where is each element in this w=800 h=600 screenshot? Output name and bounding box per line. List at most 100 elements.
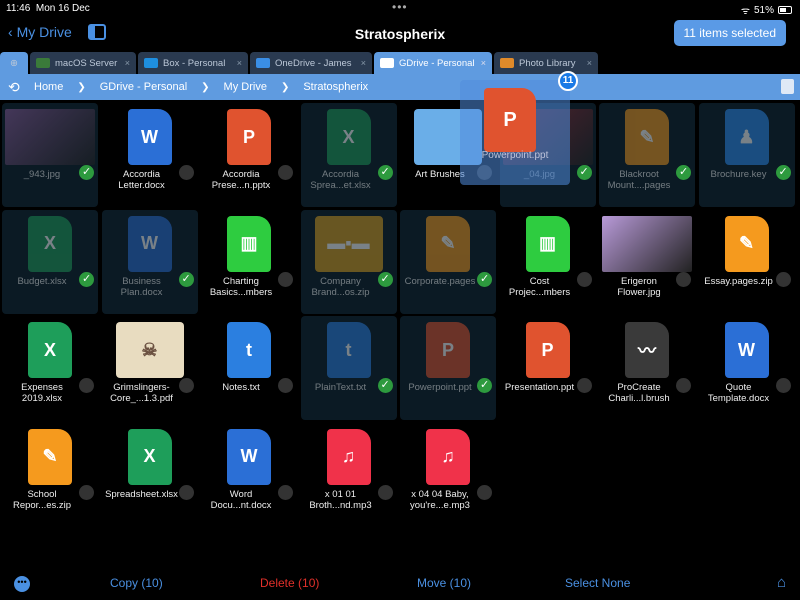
more-icon[interactable]: ••• [14,576,30,592]
drag-label: Powerpoint.ppt [481,150,549,161]
file-item[interactable]: W Accordia Letter.docx [102,103,198,207]
select-checkbox[interactable] [178,165,194,180]
select-checkbox[interactable] [775,165,791,180]
select-checkbox[interactable] [576,378,592,393]
file-item[interactable]: ☠ Grimslingers-Core_...1.3.pdf [102,316,198,420]
file-item[interactable]: ▥ Cost Projec...mbers [500,210,596,314]
select-checkbox[interactable] [278,484,293,500]
breadcrumb-gdrive[interactable]: GDrive - Personal [100,81,187,93]
select-checkbox[interactable] [377,165,393,180]
file-name: Accordia Prese...n.pptx [211,169,271,191]
select-checkbox[interactable] [79,165,94,180]
select-checkbox[interactable] [676,271,691,287]
file-name: Accordia Letter.docx [118,169,165,191]
select-checkbox[interactable] [576,165,592,180]
tab-photo-library[interactable]: Photo Library × [494,52,598,74]
copy-button[interactable]: Copy (10) [110,576,163,590]
file-item[interactable]: t Notes.txt [201,316,297,420]
select-checkbox[interactable] [178,484,194,500]
file-item[interactable]: ♫ x 01 01 Broth...nd.mp3 [301,423,397,527]
file-name: Spreadsheet.xlsx [105,488,178,500]
breadcrumb: ⟲ Home ❯ GDrive - Personal ❯ My Drive ❯ Str… [0,74,800,100]
file-item[interactable]: Erigeron Flower.jpg [599,210,695,314]
add-tab-button[interactable]: ⊕ [0,52,28,74]
file-item[interactable]: ✎ School Repor...es.zip [2,423,98,527]
file-type-icon: ✎ [724,215,769,272]
close-tab-icon[interactable]: × [361,58,366,68]
select-checkbox[interactable] [377,378,393,393]
history-icon[interactable]: ⟲ [8,79,20,96]
close-tab-icon[interactable]: × [125,58,130,68]
download-icon[interactable] [781,79,794,94]
select-checkbox[interactable] [377,271,393,287]
file-item[interactable]: X Spreadsheet.xlsx [102,423,198,527]
file-type-icon: X [28,215,72,272]
file-item[interactable]: X Expenses 2019.xlsx [2,316,98,420]
select-checkbox[interactable] [676,165,691,180]
select-checkbox[interactable] [79,271,94,287]
select-checkbox[interactable] [477,378,492,393]
file-item[interactable]: X Accordia Sprea...et.xlsx [300,103,397,207]
tab-macos-server[interactable]: macOS Server × [30,52,136,74]
select-checkbox[interactable] [79,484,94,500]
tab-gdrive-personal[interactable]: GDrive - Personal × [374,52,492,74]
file-type-icon: X [127,428,172,485]
file-item[interactable]: W Word Docu...nt.docx [201,423,297,527]
status-bar: 11:46 Mon 16 Dec ••• ᯤ 51% [0,0,800,17]
file-type-icon: W [127,109,172,165]
select-checkbox[interactable] [477,484,492,500]
file-item[interactable]: t PlainText.txt [300,316,397,420]
select-checkbox[interactable] [178,378,194,393]
file-item[interactable]: 〰 ProCreate Charli...l.brush [599,316,695,420]
select-checkbox[interactable] [775,378,791,393]
file-type-icon: W [724,322,769,378]
items-selected-button[interactable]: 11 items selected [673,20,786,46]
select-checkbox[interactable] [477,271,492,287]
select-checkbox[interactable] [278,165,293,180]
file-item[interactable]: ▬▪▬ Company Brand...os.zip [300,209,397,314]
select-checkbox[interactable] [377,484,393,500]
select-checkbox[interactable] [775,271,791,287]
file-item[interactable]: ♟ Brochure.key [698,103,795,207]
select-checkbox[interactable] [676,378,691,393]
file-item[interactable]: P Accordia Prese...n.pptx [201,103,297,207]
battery-percent: 51% [753,4,774,16]
nav-bar: ‹ My Drive Stratospherix 11 items select… [0,20,800,48]
file-type-icon: t [326,322,371,378]
file-item[interactable]: ▥ Charting Basics...mbers [201,210,297,314]
file-item[interactable]: P Presentation.ppt [500,316,596,420]
file-type-icon: ▥ [227,215,271,272]
select-checkbox[interactable] [576,271,592,287]
tab-onedrive-james[interactable]: OneDrive - James × [250,52,372,74]
file-item[interactable]: X Budget.xlsx [2,209,98,314]
file-item[interactable]: _943.jpg [2,103,98,207]
file-item[interactable]: ✎ Essay.pages.zip [699,210,795,314]
file-item[interactable]: ♫ x 04 04 Baby, you're...e.mp3 [400,423,496,527]
select-checkbox[interactable] [178,271,194,287]
multitask-dots[interactable]: ••• [392,0,408,14]
file-name: Budget.xlsx [17,275,67,287]
home-icon[interactable]: ⌂ [777,574,786,591]
tab-label: Photo Library [519,57,576,69]
battery-icon [778,6,792,14]
thumbnail-icon [602,215,692,272]
tab-box-personal[interactable]: Box - Personal × [138,52,248,74]
drag-preview[interactable]: P Powerpoint.ppt [460,80,570,185]
select-checkbox[interactable] [79,378,94,393]
close-tab-icon[interactable]: × [237,58,242,68]
file-item[interactable]: ✎ Blackroot Mount....pages [599,103,695,207]
close-tab-icon[interactable]: × [587,58,592,68]
move-button[interactable]: Move (10) [417,576,471,590]
breadcrumb-my-drive[interactable]: My Drive [224,81,267,93]
file-item[interactable]: P Powerpoint.ppt [400,316,496,420]
select-none-button[interactable]: Select None [565,576,630,590]
file-item[interactable]: W Business Plan.docx [101,209,198,314]
file-name: Notes.txt [222,382,260,393]
breadcrumb-home[interactable]: Home [34,81,63,93]
select-checkbox[interactable] [278,271,293,287]
file-item[interactable]: ✎ Corporate.pages [400,209,496,314]
delete-button[interactable]: Delete (10) [260,576,319,590]
close-tab-icon[interactable]: × [481,58,486,68]
file-item[interactable]: W Quote Template.docx [699,316,795,420]
select-checkbox[interactable] [278,378,293,393]
